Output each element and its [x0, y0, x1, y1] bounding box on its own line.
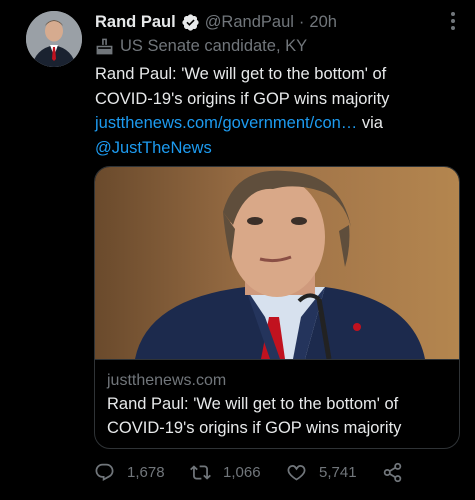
separator-dot: · [298, 12, 305, 31]
tweet-actions: 1,678 1,066 5,741 [94, 458, 403, 486]
card-domain: justthenews.com [107, 372, 227, 389]
tweet-link-line: justthenews.com/government/con… via [95, 111, 455, 136]
share-button[interactable] [382, 462, 403, 483]
retweet-icon [190, 464, 211, 480]
card-image [95, 167, 459, 359]
tweet-timestamp[interactable]: 20h [309, 13, 337, 32]
share-icon [383, 462, 402, 482]
card-meta: justthenews.com Rand Paul: 'We will get … [95, 359, 459, 448]
like-button[interactable]: 5,741 [286, 462, 382, 483]
account-label-text: US Senate candidate, KY [120, 36, 308, 55]
more-options-icon[interactable] [442, 8, 464, 34]
mention-line: @JustTheNews [95, 136, 455, 161]
author-handle[interactable]: @RandPaul [205, 13, 294, 32]
via-text: via [357, 114, 383, 132]
card-title: Rand Paul: 'We will get to the bottom' o… [107, 392, 449, 440]
like-count: 5,741 [319, 463, 357, 481]
avatar-photo [26, 11, 82, 67]
card-title-line: COVID-19's origins if GOP wins majority [107, 419, 402, 437]
reply-count: 1,678 [127, 463, 165, 481]
tweet-header: Rand Paul @RandPaul · 20h [95, 11, 337, 33]
avatar[interactable] [26, 11, 82, 67]
account-label: US Senate candidate, KY [95, 35, 307, 57]
mention-link[interactable]: @JustTheNews [95, 139, 212, 157]
article-link[interactable]: justthenews.com/government/con… [95, 114, 357, 132]
card-photo [95, 167, 459, 359]
heart-icon [287, 464, 306, 480]
tweet[interactable]: Rand Paul @RandPaul · 20h US Senate cand… [0, 0, 475, 500]
card-title-line: Rand Paul: 'We will get to the bottom' o… [107, 395, 399, 413]
reply-icon [95, 463, 114, 481]
link-preview-card[interactable]: justthenews.com Rand Paul: 'We will get … [94, 166, 460, 449]
verified-badge-icon [182, 13, 199, 31]
author-name[interactable]: Rand Paul [95, 13, 176, 32]
retweet-button[interactable]: 1,066 [190, 462, 286, 483]
tweet-text-line: Rand Paul: 'We will get to the bottom' o… [95, 65, 387, 83]
reply-button[interactable]: 1,678 [94, 462, 190, 483]
tweet-text-line: COVID-19's origins if GOP wins majority [95, 89, 390, 108]
retweet-count: 1,066 [223, 463, 261, 481]
tweet-text: Rand Paul: 'We will get to the bottom' o… [95, 62, 455, 160]
ballot-box-icon [96, 38, 113, 54]
